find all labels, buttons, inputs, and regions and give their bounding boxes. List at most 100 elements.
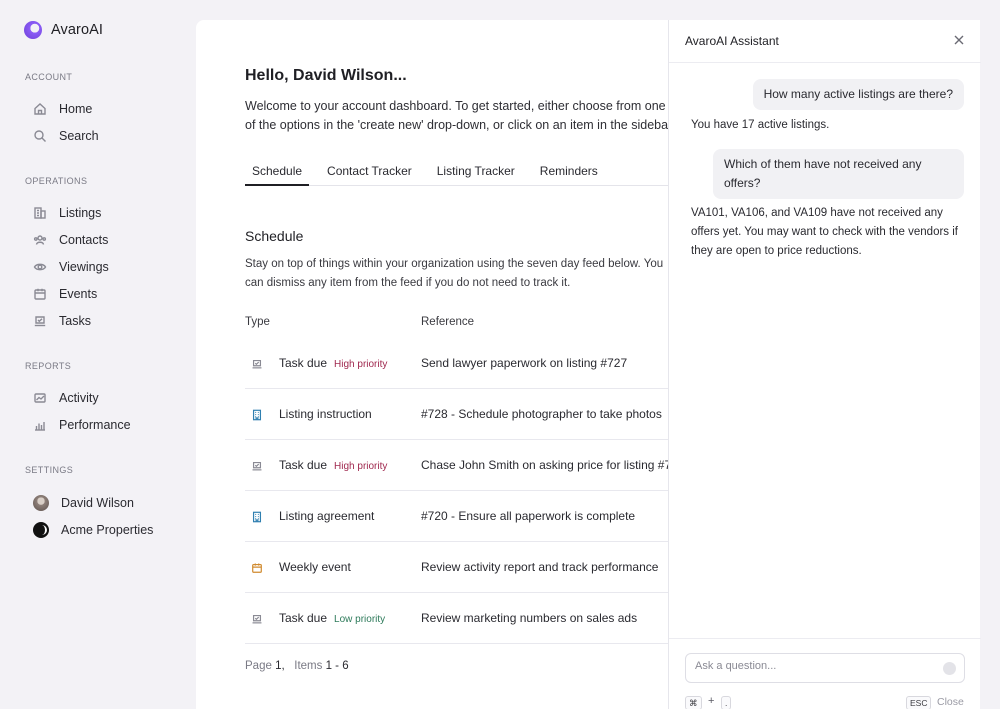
sidebar-item-activity[interactable]: Activity [33,391,99,405]
sidebar-item-label: Home [59,102,93,116]
priority-badge: High priority [334,359,388,370]
sidebar-item-listings[interactable]: Listings [33,206,101,220]
sidebar-item-viewings[interactable]: Viewings [33,260,109,274]
close-icon[interactable] [953,33,967,47]
column-header-reference: Reference [421,316,475,328]
table-row[interactable]: Task due High priority Chase John Smith o… [245,440,685,491]
table-row[interactable]: Listing instruction #728 - Schedule phot… [245,389,685,440]
pager-page-value: 1, [275,660,285,672]
question-input-box[interactable] [685,653,965,683]
row-type: Task due High priority [279,458,387,472]
row-reference: #728 - Schedule photographer to take pho… [421,407,662,421]
sidebar-item-events[interactable]: Events [33,287,97,301]
cmd-key: ⌘ [685,696,702,709]
priority-badge: Low priority [334,614,386,625]
building-icon [251,510,263,523]
task-icon [251,357,263,369]
sidebar-item-label: Viewings [59,260,109,274]
search-icon [34,130,46,142]
brand[interactable]: AvaroAI [24,21,103,39]
calendar-icon [34,288,46,300]
row-type-label: Task due [279,356,328,370]
task-icon [251,459,263,471]
assistant-title: AvaroAI Assistant [685,34,779,48]
sidebar-item-label: Listings [59,206,102,220]
row-type: Weekly event [279,560,351,574]
close-button[interactable]: Close [937,696,964,708]
assistant-message: VA101, VA106, and VA109 have not receive… [691,207,958,257]
row-type: Listing instruction [279,407,372,421]
tab-reminders[interactable]: Reminders [533,164,605,186]
sidebar: AvaroAI ACCOUNT Home Search OPERATIONS L… [0,0,195,709]
sidebar-item-label: Search [59,129,99,143]
assistant-footer: ⌘ + . ESC Close [669,638,981,709]
sidebar-item-label: Activity [59,391,99,405]
section-label-operations: OPERATIONS [25,176,88,186]
section-title: Schedule [245,228,304,244]
sidebar-item-performance[interactable]: Performance [33,418,131,432]
pagination: Page 1, Items 1 - 6 [245,660,349,672]
row-type-label: Task due [279,458,328,472]
sidebar-item-home[interactable]: Home [33,102,92,116]
row-reference: Review activity report and track perform… [421,560,659,574]
welcome-line: Welcome to your account dashboard. To ge… [245,99,666,113]
tab-contact-tracker[interactable]: Contact Tracker [320,164,419,186]
assistant-panel: AvaroAI Assistant How many active listin… [668,20,981,709]
acme-logo-icon [33,522,49,538]
table-row[interactable]: Task due High priority Send lawyer paperw… [245,338,685,389]
send-button[interactable] [943,662,956,675]
table-row[interactable]: Listing agreement #720 - Ensure all pape… [245,491,685,542]
task-icon [34,316,46,327]
row-reference: #720 - Ensure all paperwork is complete [421,509,636,523]
user-message: Which of them have not received any offe… [713,149,964,199]
sidebar-item-tasks[interactable]: Tasks [33,314,91,328]
activity-icon [34,393,46,403]
sidebar-item-label: David Wilson [61,496,134,510]
sidebar-item-label: Events [59,287,98,301]
table-row[interactable]: Task due Low priority Review marketing nu… [245,593,685,644]
sidebar-item-label: Contacts [59,233,109,247]
sidebar-item-organization[interactable]: Acme Properties [33,522,153,538]
sidebar-item-contacts[interactable]: Contacts [33,233,108,247]
row-reference: Review marketing numbers on sales ads [421,611,638,625]
section-label-account: ACCOUNT [25,72,73,82]
row-reference: Send lawyer paperwork on listing #727 [421,356,628,370]
row-type: Task due High priority [279,356,387,370]
assistant-header: AvaroAI Assistant [669,20,981,63]
user-message: How many active listings are there? [752,79,964,110]
task-icon [251,612,263,624]
welcome-text: Welcome to your account dashboard. To ge… [245,97,675,135]
chart-icon [35,422,45,431]
sidebar-item-search[interactable]: Search [33,129,99,143]
brand-name: AvaroAI [51,22,104,38]
section-label-reports: REPORTS [25,361,72,371]
home-icon [34,103,46,115]
row-type-label: Task due [279,611,328,625]
eye-icon [33,263,47,271]
section-label-settings: SETTINGS [25,465,74,475]
question-input[interactable] [695,660,935,672]
sidebar-item-label: Tasks [59,314,91,328]
sidebar-item-label: Performance [59,418,131,432]
calendar-icon [251,561,263,573]
tab-bar: Schedule Contact Tracker Listing Tracker… [245,164,675,186]
esc-key: ESC [906,696,932,709]
pager-items-label: Items [294,660,323,672]
assistant-message: You have 17 active listings. [691,119,830,131]
sidebar-item-user[interactable]: David Wilson [33,495,134,511]
avaroai-logo-icon [24,21,42,39]
priority-badge: High priority [334,461,388,472]
building-icon [251,408,263,421]
building-icon [34,207,46,219]
users-icon [33,235,47,245]
section-description: Stay on top of things within your organi… [245,258,664,289]
table-row[interactable]: Weekly event Review activity report and … [245,542,685,593]
tab-schedule[interactable]: Schedule [245,164,310,186]
welcome-line: of the options in the 'create new' drop-… [245,118,676,132]
tab-listing-tracker[interactable]: Listing Tracker [430,164,522,186]
page-title: Hello, David Wilson... [245,67,407,84]
row-type-label: Weekly event [279,560,351,574]
avatar [33,495,49,511]
row-reference: Chase John Smith on asking price for lis… [421,458,672,472]
pager-page-label: Page [245,660,272,672]
